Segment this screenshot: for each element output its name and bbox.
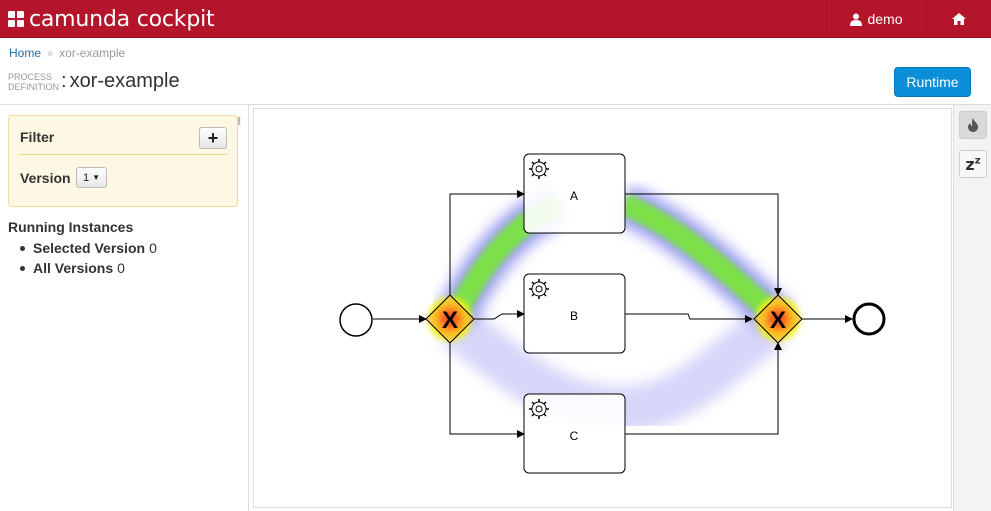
version-label: Version: [20, 170, 71, 186]
breadcrumb-current: xor-example: [59, 46, 126, 60]
running-instances-list: Selected Version 0 All Versions 0: [20, 238, 157, 278]
zz-icon: zz: [965, 155, 980, 174]
task-b[interactable]: B: [523, 273, 626, 354]
task-a[interactable]: A: [523, 153, 626, 234]
task-label: B: [570, 309, 578, 323]
title-prefix: PROCESS DEFINITION: [8, 72, 59, 92]
breadcrumb-home-link[interactable]: Home: [9, 46, 41, 60]
zz-icon-superscript: z: [974, 155, 981, 167]
bullet-icon: [20, 245, 25, 251]
home-icon: [952, 13, 966, 25]
camunda-logo-icon: [8, 11, 24, 27]
list-item: All Versions 0: [20, 258, 157, 278]
selected-version-label: Selected Version: [33, 240, 146, 256]
sleep-toggle-button[interactable]: zz: [959, 150, 987, 178]
task-label: C: [570, 429, 579, 443]
filter-divider: [19, 154, 227, 155]
bpmn-diagram[interactable]: X X A B C: [253, 108, 952, 508]
brand-title: camunda cockpit: [29, 6, 215, 32]
heatmap-toggle-button[interactable]: [959, 111, 987, 139]
process-name: xor-example: [69, 70, 180, 92]
top-navbar: camunda cockpit demo: [0, 0, 991, 38]
user-menu[interactable]: demo: [826, 0, 926, 38]
gateway-symbol: X: [442, 307, 458, 334]
gateway-symbol: X: [770, 307, 786, 334]
user-icon: [850, 13, 863, 26]
task-label: A: [570, 189, 578, 203]
title-prefix-line2: DEFINITION: [8, 81, 59, 92]
user-name: demo: [867, 11, 903, 27]
list-item: Selected Version 0: [20, 238, 157, 258]
filter-panel: Filter + Version 1 ▼: [8, 115, 238, 207]
running-instances-title: Running Instances: [8, 219, 134, 235]
sidebar: ◀ Filter + Version 1 ▼ Running Instances…: [0, 105, 249, 511]
bullet-icon: [20, 265, 25, 271]
home-button[interactable]: [926, 0, 991, 38]
diagram-svg: X X A B C: [339, 153, 894, 474]
all-versions-count: 0: [117, 260, 125, 276]
start-event[interactable]: [339, 303, 373, 337]
runtime-button[interactable]: Runtime: [894, 67, 971, 97]
zz-icon-letter: z: [965, 154, 975, 174]
filter-title: Filter: [20, 129, 55, 145]
task-c[interactable]: C: [523, 393, 626, 474]
version-value: 1: [82, 171, 90, 184]
title-colon: :: [61, 70, 67, 92]
add-filter-button[interactable]: +: [199, 127, 227, 149]
flame-icon: [968, 118, 978, 132]
title-prefix-line1: PROCESS: [8, 71, 53, 82]
breadcrumb: Home » xor-example: [9, 46, 125, 60]
breadcrumb-separator: »: [47, 48, 54, 60]
page-title: PROCESS DEFINITION : xor-example: [8, 70, 180, 93]
diagram-toolbar: zz: [953, 105, 991, 511]
version-dropdown[interactable]: 1 ▼: [76, 167, 107, 188]
brand[interactable]: camunda cockpit: [8, 6, 215, 32]
caret-down-icon: ▼: [92, 173, 101, 182]
all-versions-label: All Versions: [33, 260, 114, 276]
selected-version-count: 0: [149, 240, 157, 256]
end-event[interactable]: [852, 302, 886, 336]
